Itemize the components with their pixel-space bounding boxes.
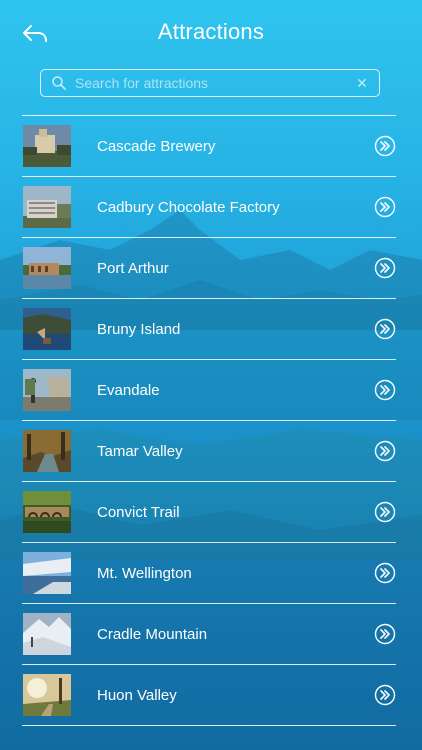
attraction-thumbnail [23, 430, 71, 472]
page-title: Attractions [157, 19, 265, 44]
list-item[interactable]: Cascade Brewery [22, 116, 396, 177]
list-item[interactable]: Evandale [22, 360, 396, 421]
list-item[interactable]: Cradle Mountain [22, 604, 396, 665]
clear-icon[interactable]: ✕ [349, 70, 375, 96]
chevron-double-right-icon[interactable] [374, 684, 396, 706]
list-item[interactable]: Huon Valley [22, 665, 396, 726]
attraction-label: Convict Trail [97, 503, 180, 521]
attraction-thumbnail [23, 491, 71, 533]
chevron-double-right-icon[interactable] [374, 135, 396, 157]
list-item[interactable]: Port Arthur [22, 238, 396, 299]
chevron-double-right-icon[interactable] [374, 440, 396, 462]
chevron-double-right-icon[interactable] [374, 379, 396, 401]
chevron-double-right-icon[interactable] [374, 501, 396, 523]
search-bar[interactable]: ✕ [40, 69, 380, 97]
attraction-thumbnail [23, 613, 71, 655]
attraction-thumbnail [23, 308, 71, 350]
attraction-label: Huon Valley [97, 686, 177, 704]
chevron-double-right-icon[interactable] [374, 318, 396, 340]
search-input[interactable] [73, 75, 349, 91]
attraction-label: Tamar Valley [97, 442, 183, 460]
list-item[interactable]: Mt. Wellington [22, 543, 396, 604]
attraction-label: Port Arthur [97, 259, 169, 277]
attractions-list: Cascade Brewery Cadbury Chocolate Factor… [22, 115, 396, 726]
list-item[interactable]: Convict Trail [22, 482, 396, 543]
list-item[interactable]: Bruny Island [22, 299, 396, 360]
list-item[interactable]: Cadbury Chocolate Factory [22, 177, 396, 238]
header-bar: Attractions [0, 0, 422, 64]
attraction-label: Mt. Wellington [97, 564, 192, 582]
attraction-label: Cadbury Chocolate Factory [97, 198, 280, 216]
attraction-thumbnail [23, 552, 71, 594]
chevron-double-right-icon[interactable] [374, 257, 396, 279]
chevron-double-right-icon[interactable] [374, 196, 396, 218]
attraction-label: Bruny Island [97, 320, 181, 338]
attraction-label: Cradle Mountain [97, 625, 208, 643]
attraction-thumbnail [23, 247, 71, 289]
chevron-double-right-icon[interactable] [374, 562, 396, 584]
list-item[interactable]: Tamar Valley [22, 421, 396, 482]
attraction-label: Cascade Brewery [97, 137, 216, 155]
chevron-double-right-icon[interactable] [374, 623, 396, 645]
attraction-label: Evandale [97, 381, 160, 399]
attraction-thumbnail [23, 186, 71, 228]
attraction-thumbnail [23, 125, 71, 167]
search-icon [45, 70, 73, 96]
attraction-thumbnail [23, 369, 71, 411]
attraction-thumbnail [23, 674, 71, 716]
